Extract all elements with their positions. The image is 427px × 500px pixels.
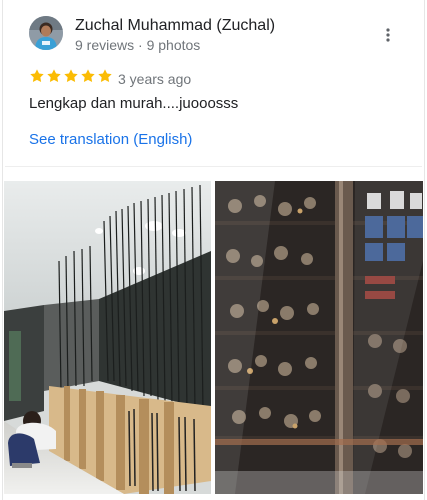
star-icon [64, 69, 78, 83]
star-icon [98, 69, 112, 83]
review-text: Lengkap dan murah....juooosss [29, 95, 239, 112]
review-date: 3 years ago [118, 71, 192, 87]
star-rating [29, 68, 113, 84]
card-border-left [2, 0, 3, 500]
star-icon [30, 69, 44, 83]
review-card: Zuchal Muhammad (Zuchal) 9 reviews · 9 p… [0, 0, 427, 500]
divider [5, 166, 422, 167]
review-photo-display-case[interactable] [215, 181, 423, 494]
review-photo-shop-interior[interactable] [4, 181, 211, 494]
more-vert-icon [386, 28, 390, 42]
see-translation-link[interactable]: See translation (English) [29, 131, 192, 148]
author-name[interactable]: Zuchal Muhammad (Zuchal) [75, 17, 275, 35]
card-border-right [424, 0, 425, 500]
author-stats: 9 reviews · 9 photos [75, 37, 201, 53]
star-icon [47, 69, 61, 83]
more-options-button[interactable] [378, 25, 398, 45]
star-icon [81, 69, 95, 83]
avatar[interactable] [29, 16, 63, 50]
